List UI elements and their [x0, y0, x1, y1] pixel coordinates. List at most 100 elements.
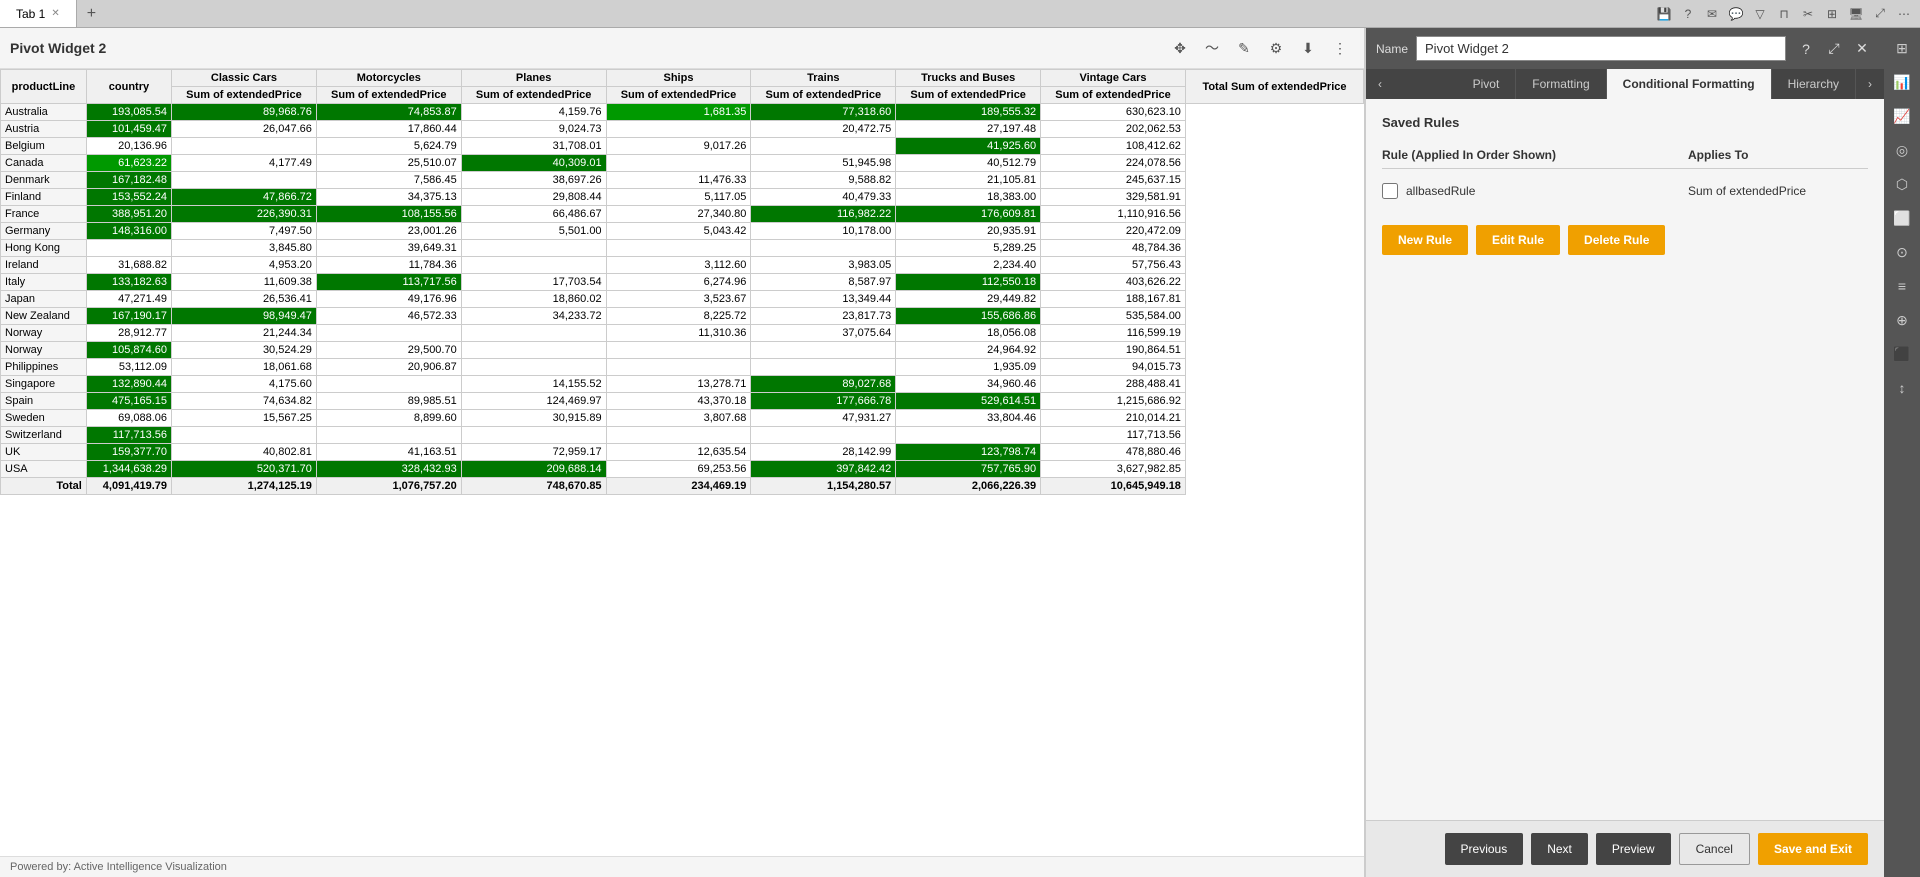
previous-button[interactable]: Previous — [1445, 833, 1524, 865]
cell-value: 51,945.98 — [751, 155, 896, 172]
funnel-icon[interactable]: ⊓ — [1774, 4, 1794, 24]
cell-value: 8,587.97 — [751, 274, 896, 291]
filter-icon[interactable]: ▽ — [1750, 4, 1770, 24]
rp-resize-icon[interactable]: ⤢ — [1822, 37, 1846, 61]
save-icon[interactable]: 💾 — [1654, 4, 1674, 24]
side-icon-3[interactable]: ◎ — [1886, 134, 1918, 166]
tab-conditional-formatting[interactable]: Conditional Formatting — [1607, 69, 1772, 99]
cell-value: 11,784.36 — [316, 257, 461, 274]
tab-formatting[interactable]: Formatting — [1516, 69, 1606, 99]
sub-header-planes: Sum of extendedPrice — [461, 87, 606, 104]
rp-tab-prev-arrow[interactable]: ‹ — [1366, 69, 1394, 99]
side-icon-7[interactable]: ≡ — [1886, 270, 1918, 302]
side-icon-1[interactable]: 📊 — [1886, 66, 1918, 98]
side-icon-6[interactable]: ⊙ — [1886, 236, 1918, 268]
col-header-classic: Classic Cars — [172, 70, 317, 87]
col-header-motorcycles: Motorcycles — [316, 70, 461, 87]
sub-header-vintage: Sum of extendedPrice — [1041, 87, 1186, 104]
help-icon[interactable]: ? — [1678, 4, 1698, 24]
cell-value — [461, 257, 606, 274]
row-total: 94,015.73 — [1041, 359, 1186, 376]
rp-tab-next-arrow[interactable]: › — [1856, 69, 1884, 99]
cell-value: 20,472.75 — [751, 121, 896, 138]
delete-rule-button[interactable]: Delete Rule — [1568, 225, 1665, 255]
cancel-button[interactable]: Cancel — [1679, 833, 1750, 865]
edit-tool-btn[interactable]: ✎ — [1230, 34, 1258, 62]
menu-tool-btn[interactable]: ⋮ — [1326, 34, 1354, 62]
row-total: 1,110,916.56 — [1041, 206, 1186, 223]
more-icon[interactable]: ⋯ — [1894, 4, 1914, 24]
rp-name-input[interactable] — [1416, 36, 1786, 61]
rule-name-0: allbasedRule — [1406, 184, 1680, 198]
cell-value — [751, 427, 896, 444]
add-tab-button[interactable]: + — [77, 5, 106, 23]
cell-value: 4,177.49 — [172, 155, 317, 172]
cell-value: 23,001.26 — [316, 223, 461, 240]
cell-value: 155,686.86 — [896, 308, 1041, 325]
grid-icon[interactable]: ⊞ — [1822, 4, 1842, 24]
row-country: Austria — [1, 121, 87, 138]
next-button[interactable]: Next — [1531, 833, 1588, 865]
cell-value: 397,842.42 — [751, 461, 896, 478]
cell-value: 5,624.79 — [316, 138, 461, 155]
rule-checkbox-0[interactable] — [1382, 183, 1398, 199]
tab-hierarchy[interactable]: Hierarchy — [1772, 69, 1856, 99]
cell-value — [172, 138, 317, 155]
wave-tool-btn[interactable]: 〜 — [1198, 34, 1226, 62]
pivot-area: Pivot Widget 2 ✥ 〜 ✎ ⚙ ⬇ ⋮ productLine c… — [0, 28, 1364, 877]
row-country: Hong Kong — [1, 240, 87, 257]
cell-value: 7,586.45 — [316, 172, 461, 189]
tab-pivot[interactable]: Pivot — [1457, 69, 1517, 99]
rule-applies-0: Sum of extendedPrice — [1688, 184, 1868, 198]
tab-bar-icons: 💾 ? ✉ 💬 ▽ ⊓ ✂ ⊞ 🖥 ⤢ ⋯ — [1654, 4, 1920, 24]
pivot-title-bar: Pivot Widget 2 ✥ 〜 ✎ ⚙ ⬇ ⋮ — [0, 28, 1364, 69]
table-container[interactable]: productLine country Classic Cars Motorcy… — [0, 69, 1364, 856]
cell-value: 74,634.82 — [172, 393, 317, 410]
cell-value — [606, 342, 751, 359]
cell-value: 26,047.66 — [172, 121, 317, 138]
cell-value: 23,817.73 — [751, 308, 896, 325]
scissors-icon[interactable]: ✂ — [1798, 4, 1818, 24]
download-tool-btn[interactable]: ⬇ — [1294, 34, 1322, 62]
side-icon-5[interactable]: ⬜ — [1886, 202, 1918, 234]
table-row: Hong Kong3,845.8039,649.315,289.2548,784… — [1, 240, 1364, 257]
cell-value: 43,370.18 — [606, 393, 751, 410]
rp-close-icon[interactable]: ✕ — [1850, 37, 1874, 61]
cell-value: 113,717.56 — [316, 274, 461, 291]
side-icon-2[interactable]: 📈 — [1886, 100, 1918, 132]
monitor-icon[interactable]: 🖥 — [1846, 4, 1866, 24]
cell-value: 153,552.24 — [86, 189, 171, 206]
cell-value — [316, 325, 461, 342]
cell-value: 11,609.38 — [172, 274, 317, 291]
mail-icon[interactable]: ✉ — [1702, 4, 1722, 24]
side-icon-8[interactable]: ⊕ — [1886, 304, 1918, 336]
total-cell: 10,645,949.18 — [1041, 478, 1186, 495]
sub-header-trains: Sum of extendedPrice — [751, 87, 896, 104]
tab-1[interactable]: Tab 1 ✕ — [0, 0, 77, 27]
side-icon-4[interactable]: ⬡ — [1886, 168, 1918, 200]
cell-value: 1,344,638.29 — [86, 461, 171, 478]
preview-button[interactable]: Preview — [1596, 833, 1671, 865]
row-country: New Zealand — [1, 308, 87, 325]
move-tool-btn[interactable]: ✥ — [1166, 34, 1194, 62]
row-country: Belgium — [1, 138, 87, 155]
side-icon-10[interactable]: ↕ — [1886, 372, 1918, 404]
side-icon-9[interactable]: ⬛ — [1886, 338, 1918, 370]
table-row: Italy133,182.6311,609.38113,717.5617,703… — [1, 274, 1364, 291]
side-icon-0[interactable]: ⊞ — [1886, 32, 1918, 64]
cell-value: 29,808.44 — [461, 189, 606, 206]
rules-col1-header: Rule (Applied In Order Shown) — [1382, 148, 1688, 162]
total-cell: 234,469.19 — [606, 478, 751, 495]
settings-tool-btn[interactable]: ⚙ — [1262, 34, 1290, 62]
chat-icon[interactable]: 💬 — [1726, 4, 1746, 24]
rp-help-icon[interactable]: ? — [1794, 37, 1818, 61]
edit-rule-button[interactable]: Edit Rule — [1476, 225, 1560, 255]
tab-1-close[interactable]: ✕ — [51, 8, 59, 19]
cell-value — [172, 427, 317, 444]
save-and-exit-button[interactable]: Save and Exit — [1758, 833, 1868, 865]
expand-icon[interactable]: ⤢ — [1870, 4, 1890, 24]
new-rule-button[interactable]: New Rule — [1382, 225, 1468, 255]
row-total: 478,880.46 — [1041, 444, 1186, 461]
cell-value: 4,953.20 — [172, 257, 317, 274]
cell-value: 17,703.54 — [461, 274, 606, 291]
